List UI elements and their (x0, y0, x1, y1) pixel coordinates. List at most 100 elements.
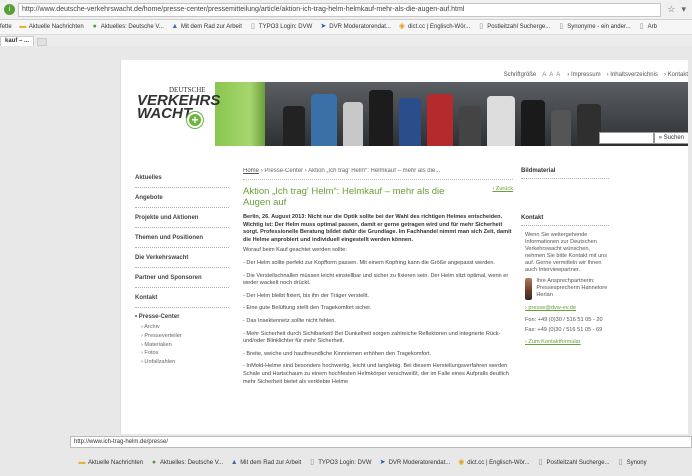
bookmark-label: Synony (626, 460, 647, 466)
bookmark-item[interactable]: ➤ DVR Moderatorendat... (319, 23, 391, 31)
subnav-materialien[interactable]: › Materialien (135, 341, 229, 350)
right-sidebar: Bildmaterial Kontakt Wenn Sie weitergehe… (521, 168, 609, 345)
arrow-icon: ➤ (320, 23, 327, 30)
bookmark-item[interactable]: ▯ Postleitzahl Sucherge... (537, 459, 610, 467)
bookmark-item[interactable]: ▯ Arb (638, 23, 657, 31)
bookmark-item[interactable]: ▯ Postleitzahl Sucherge... (477, 23, 550, 31)
avatar (525, 278, 533, 300)
tab-strip: kauf – ... (0, 35, 692, 46)
bullet-paragraph: - Der Helm sollte perfekt zur Kopfform p… (243, 259, 496, 266)
bookmark-item[interactable]: ➤ DVR Moderatorendat... (379, 459, 451, 467)
bookmark-item[interactable]: ▯ TYPO3 Login: DVW (308, 459, 371, 467)
bottom-bookmarks-bar: ▬ Aktuelle Nachrichten ● Aktuelles: Deutsc… (0, 456, 692, 470)
bike-icon: ▲ (171, 23, 179, 30)
bookmark-label: Arb (647, 24, 657, 30)
textsize-label: Schriftgröße (503, 72, 537, 78)
subnav-presseverteiler[interactable]: › Presseverteiler (135, 332, 229, 341)
page-icon: ▯ (618, 459, 623, 466)
bookmark-item[interactable]: ▲ Mit dem Rad zur Arbeit (171, 23, 242, 31)
dict-icon: ◉ (458, 459, 465, 466)
bookmark-item[interactable]: ● Aktuelles: Deutsche V... (150, 459, 223, 467)
bookmark-label: Synonyme - ein ander... (567, 24, 631, 30)
folder-icon: ▬ (78, 459, 86, 466)
nav-item-verkehrswacht[interactable]: Die Verkehrswacht (135, 248, 229, 268)
page-icon: ▯ (250, 23, 255, 30)
bookmark-item[interactable]: ● Aktuelles: Deutsche V... (91, 23, 164, 31)
impressum-link[interactable]: › Impressum (567, 72, 600, 78)
arrow-icon: ➤ (379, 459, 386, 466)
bookmark-item[interactable]: ▯ Synonyme - ein ander... (557, 23, 630, 31)
bookmark-label: TYPO3 Login: DVW (258, 24, 313, 30)
nav-item-kontakt[interactable]: Kontakt (135, 288, 229, 308)
bike-icon: ▲ (230, 459, 238, 466)
microphone-shape (521, 100, 545, 146)
bookmark-item[interactable]: fette (0, 24, 12, 30)
bookmark-item[interactable]: ◉ dict.cc | Englisch-Wör... (457, 459, 529, 467)
bookmark-label: Mit dem Rad zur Arbeit (240, 460, 302, 466)
page-icon: ▯ (639, 23, 644, 30)
site-info-icon[interactable]: i (4, 4, 15, 15)
bookmark-item[interactable]: ◉ dict.cc | Englisch-Wör... (398, 23, 470, 31)
kontakt-link[interactable]: › Kontakt (664, 72, 688, 78)
bookmark-label: Aktuelle Nachrichten (28, 24, 84, 30)
nav-item-projekte[interactable]: Projekte und Aktionen (135, 208, 229, 228)
breadcrumb-separator: › (304, 168, 307, 174)
bullet-paragraph: - Die Verstellschnallen müssen leicht ei… (243, 272, 509, 287)
bookmark-label: Mit dem Rad zur Arbeit (180, 24, 242, 30)
nav-item-angebote[interactable]: Angebote (135, 188, 229, 208)
kontaktformular-link[interactable]: › Zum Kontaktformular (521, 339, 609, 345)
inhaltsverzeichnis-link[interactable]: › Inhaltsverzeichnis (607, 72, 658, 78)
bullet-paragraph: - Der Helm bleibt fixiert, bis ihn der T… (243, 292, 369, 299)
breadcrumb-presse[interactable]: Presse-Center (264, 168, 303, 174)
star-icon[interactable]: ☆ (667, 4, 675, 15)
page-icon: ▯ (479, 23, 484, 30)
microphone-shape (399, 98, 421, 146)
site-header: DEUTSCHE VERKEHRS WACHT + » Suchen (121, 82, 688, 146)
kontakt-box: Kontakt Wenn Sie weitergehende Informati… (521, 215, 609, 345)
green-dot-icon: ● (151, 459, 157, 466)
page-icon: ▯ (559, 23, 564, 30)
intro-paragraph: Berlin, 26. August 2013: Nicht nur die O… (243, 214, 512, 243)
nav-item-themen[interactable]: Themen und Positionen (135, 228, 229, 248)
contact-person: Ihre Ansprechpartnerin: Pressesprecherin… (521, 278, 609, 300)
contact-person-text: Ihre Ansprechpartnerin: Pressesprecherin… (536, 278, 608, 298)
search-box: » Suchen (598, 132, 688, 144)
breadcrumb-home[interactable]: Home (243, 168, 259, 174)
bookmark-item[interactable]: ▯ Synony (617, 459, 647, 467)
bookmark-label: DVR Moderatorendat... (329, 24, 391, 30)
nav-item-partner[interactable]: Partner und Sponsoren (135, 268, 229, 288)
page-icon: ▯ (310, 459, 315, 466)
left-navigation: Aktuelles Angebote Projekte und Aktionen… (135, 168, 229, 367)
bookmark-label: Postleitzahl Sucherge... (487, 24, 551, 30)
nav-item-presse-center[interactable]: • Presse-Center (135, 308, 229, 320)
bookmark-item[interactable]: ▬ Aktuelle Nachrichten (19, 23, 84, 31)
subnav-fotos[interactable]: › Fotos (135, 349, 229, 358)
url-field[interactable]: http://www.deutsche-verkehrswacht.de/hom… (18, 2, 662, 17)
page-title: Aktion „Ich trag' Helm“: Helmkauf – mehr… (243, 186, 445, 208)
site-logo[interactable]: DEUTSCHE VERKEHRS WACHT + (121, 82, 220, 146)
new-tab-button[interactable] (37, 38, 48, 46)
textsize-icon[interactable]: A A A (542, 72, 561, 78)
bookmark-item[interactable]: ▲ Mit dem Rad zur Arbeit (230, 459, 302, 467)
search-button[interactable]: » Suchen (653, 132, 688, 144)
top-navigation: Schriftgröße A A A › Impressum › Inhalts… (504, 72, 688, 78)
bookmarks-bar: fette ▬ Aktuelle Nachrichten ● Aktuelles: … (0, 20, 692, 35)
bookmark-item[interactable]: ▯ TYPO3 Login: DVW (249, 23, 312, 31)
email-link[interactable]: › presse@dvw-ev.de (521, 305, 609, 311)
green-banner (215, 82, 265, 146)
breadcrumb-separator: › (260, 168, 263, 174)
menu-icon[interactable]: ▾ (681, 4, 686, 15)
bookmark-label: fette (0, 24, 12, 30)
bookmark-label: Aktuelles: Deutsche V... (100, 24, 164, 30)
web-page: Schriftgröße A A A › Impressum › Inhalts… (120, 60, 688, 434)
bookmark-item[interactable]: ▬ Aktuelle Nachrichten (78, 459, 144, 467)
search-input[interactable] (598, 132, 654, 144)
green-dot-icon: ● (92, 23, 97, 30)
subnav-unfallzahlen[interactable]: › Unfallzahlen (135, 358, 229, 367)
browser-tab[interactable]: kauf – ... (0, 36, 35, 46)
subnav-archiv[interactable]: › Archiv (135, 323, 229, 332)
back-link[interactable]: ‹ Zurück (492, 186, 513, 208)
microphone-shape (343, 102, 363, 146)
dict-icon: ◉ (398, 23, 406, 30)
nav-item-aktuelles[interactable]: Aktuelles (135, 168, 229, 188)
